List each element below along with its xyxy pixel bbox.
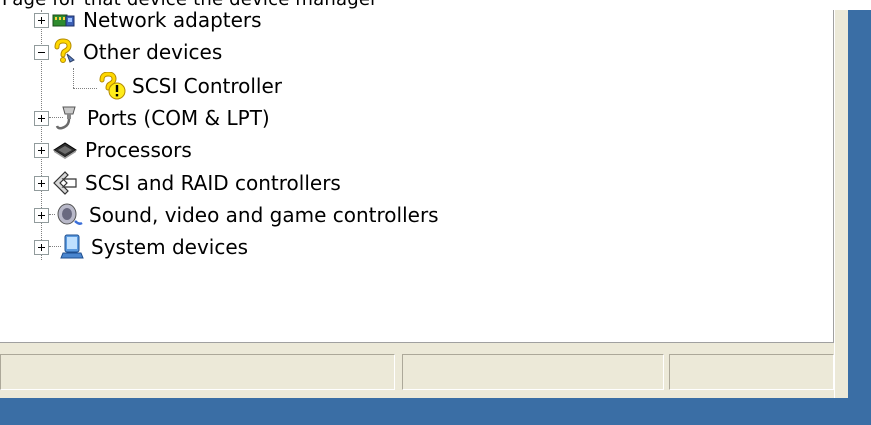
expand-button[interactable] bbox=[34, 110, 49, 126]
status-panel-3 bbox=[669, 354, 834, 390]
title-strip: Page for that device the device manager bbox=[0, 0, 871, 10]
tree-item-label: Processors bbox=[85, 138, 192, 162]
tree-item-label: SCSI Controller bbox=[132, 74, 282, 98]
status-bar bbox=[0, 352, 834, 392]
device-manager-window: Page for that device the device manager … bbox=[0, 0, 871, 398]
expand-button[interactable] bbox=[34, 175, 49, 191]
tree-item-label: Ports (COM & LPT) bbox=[87, 106, 270, 130]
tree-item-network-adapters[interactable]: Network adapters bbox=[34, 10, 262, 36]
desktop-background bbox=[0, 398, 871, 425]
status-panel-2 bbox=[402, 354, 664, 390]
system-device-icon bbox=[60, 234, 84, 259]
expand-button[interactable] bbox=[34, 142, 49, 158]
status-panel-1 bbox=[0, 354, 395, 390]
window-border bbox=[834, 10, 848, 398]
unknown-device-icon bbox=[54, 38, 75, 63]
speaker-icon bbox=[57, 203, 83, 225]
device-tree[interactable]: Network adapters Other devices SCSI Cont bbox=[0, 10, 834, 343]
scsi-icon bbox=[53, 171, 77, 195]
tree-item-system-devices[interactable]: System devices bbox=[34, 231, 248, 263]
tree-item-other-devices[interactable]: Other devices bbox=[34, 36, 222, 68]
expand-button[interactable] bbox=[34, 12, 49, 28]
tree-item-label: Sound, video and game controllers bbox=[89, 203, 439, 227]
tree-item-label: SCSI and RAID controllers bbox=[85, 171, 341, 195]
tree-item-ports[interactable]: Ports (COM & LPT) bbox=[34, 102, 270, 134]
collapse-button[interactable] bbox=[34, 44, 49, 60]
tree-item-scsi-controller[interactable]: SCSI Controller bbox=[98, 70, 282, 102]
tree-item-label: System devices bbox=[91, 235, 249, 259]
expand-button[interactable] bbox=[34, 239, 49, 255]
port-icon bbox=[55, 106, 76, 130]
tree-item-scsi-raid[interactable]: SCSI and RAID controllers bbox=[34, 167, 341, 199]
window-title: Page for that device the device manager bbox=[2, 0, 378, 10]
tree-guide-branch bbox=[73, 88, 97, 89]
expand-button[interactable] bbox=[34, 207, 49, 223]
tree-item-processors[interactable]: Processors bbox=[34, 134, 192, 166]
network-adapter-icon bbox=[52, 14, 75, 27]
tree-item-label: Other devices bbox=[83, 40, 223, 64]
device-warning-icon bbox=[99, 72, 126, 100]
tree-guide-line-child bbox=[73, 68, 74, 88]
tree-item-label: Network adapters bbox=[83, 10, 262, 32]
tree-item-sound-video-game[interactable]: Sound, video and game controllers bbox=[34, 199, 439, 231]
processor-icon bbox=[53, 142, 77, 159]
